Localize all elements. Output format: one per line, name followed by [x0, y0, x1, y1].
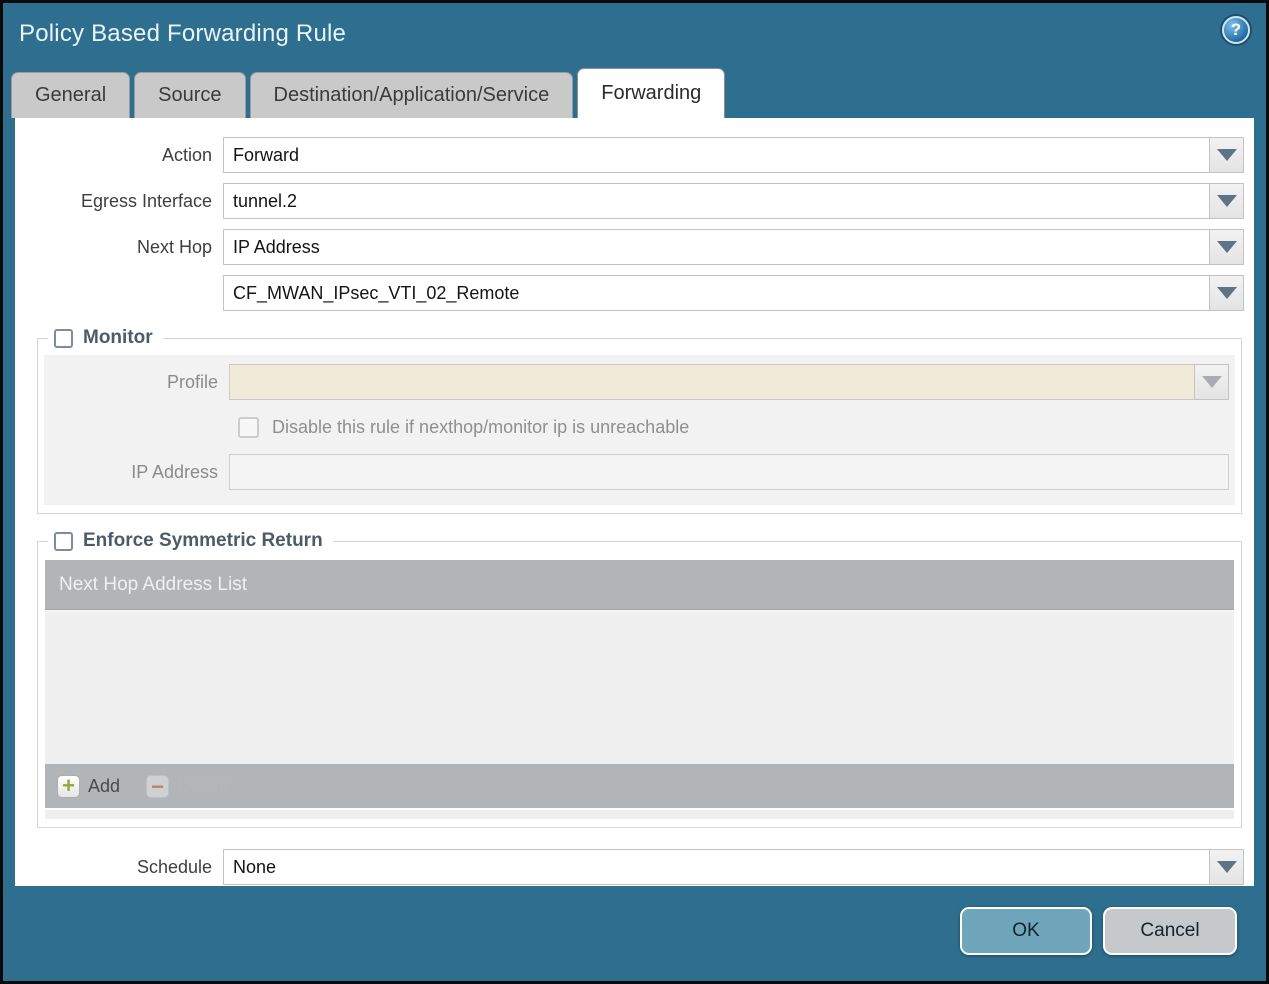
next-hop-type-dropdown[interactable]: IP Address	[223, 229, 1209, 265]
plus-icon-glyph: +	[62, 773, 75, 798]
action-dropdown[interactable]: Forward	[223, 137, 1209, 173]
table-scrollbar-track	[45, 810, 1234, 819]
plus-icon: +	[57, 773, 80, 798]
schedule-row: Schedule None	[15, 849, 1244, 885]
next-hop-address-list-toolbar: + Add − Delete	[45, 764, 1234, 808]
ok-button-label: OK	[1012, 920, 1040, 941]
monitor-ip-row: IP Address	[44, 454, 1229, 490]
symmetric-return-legend-label: Enforce Symmetric Return	[83, 530, 323, 551]
dialog-action-buttons: OK Cancel	[960, 907, 1237, 955]
tab-destination-application-service[interactable]: Destination/Application/Service	[249, 72, 574, 118]
egress-interface-value: tunnel.2	[233, 190, 298, 211]
schedule-label: Schedule	[136, 856, 212, 877]
next-hop-address-dropdown-button[interactable]	[1209, 275, 1244, 311]
monitor-legend: Monitor	[48, 327, 163, 349]
dialog-titlebar: Policy Based Forwarding Rule ?	[3, 3, 1266, 65]
add-button[interactable]: + Add	[57, 773, 121, 798]
next-hop-address-list-header: Next Hop Address List	[45, 560, 1234, 610]
next-hop-type-dropdown-button[interactable]	[1209, 229, 1244, 265]
chevron-down-icon	[1216, 241, 1237, 253]
tab-source-label: Source	[158, 84, 222, 106]
ok-button[interactable]: OK	[960, 907, 1092, 955]
next-hop-type-value: IP Address	[233, 236, 320, 257]
action-label: Action	[161, 144, 212, 165]
action-dropdown-button[interactable]	[1209, 137, 1244, 173]
disable-rule-checkbox	[238, 416, 259, 438]
monitor-section: Monitor Profile Disable this rule if nex…	[37, 327, 1242, 514]
chevron-down-icon	[1201, 376, 1222, 388]
chevron-down-icon	[1216, 195, 1237, 207]
schedule-value: None	[233, 856, 277, 877]
monitor-panel: Profile Disable this rule if nexthop/mon…	[44, 355, 1235, 505]
tab-destination-label: Destination/Application/Service	[273, 84, 550, 106]
schedule-dropdown[interactable]: None	[223, 849, 1209, 885]
pbf-rule-dialog: Policy Based Forwarding Rule ? General S…	[0, 0, 1269, 984]
next-hop-address-table: Next Hop Address List + Add − Delete	[45, 560, 1234, 819]
chevron-down-icon	[1216, 287, 1237, 299]
monitor-legend-label: Monitor	[83, 327, 153, 348]
monitor-checkbox[interactable]	[54, 328, 73, 348]
chevron-down-icon	[1216, 861, 1237, 873]
egress-interface-dropdown-button[interactable]	[1209, 183, 1244, 219]
next-hop-address-dropdown[interactable]: CF_MWAN_IPsec_VTI_02_Remote	[223, 275, 1209, 311]
forwarding-tab-panel: Action Forward Egress Interface tunnel.2	[15, 118, 1254, 886]
profile-dropdown-button	[1194, 364, 1229, 400]
symmetric-return-section: Enforce Symmetric Return Next Hop Addres…	[37, 530, 1242, 828]
cancel-button[interactable]: Cancel	[1103, 907, 1237, 955]
next-hop-address-row: CF_MWAN_IPsec_VTI_02_Remote	[15, 275, 1244, 311]
egress-interface-label: Egress Interface	[80, 190, 212, 211]
next-hop-label: Next Hop	[136, 236, 212, 257]
minus-icon-glyph: −	[151, 773, 164, 799]
monitor-ip-label: IP Address	[131, 461, 218, 482]
egress-interface-dropdown[interactable]: tunnel.2	[223, 183, 1209, 219]
help-icon[interactable]: ?	[1222, 16, 1250, 44]
delete-button-label: Delete	[177, 775, 230, 796]
symmetric-return-checkbox[interactable]	[54, 531, 73, 551]
profile-dropdown	[229, 364, 1194, 400]
action-row: Action Forward	[15, 137, 1244, 173]
tab-forwarding[interactable]: Forwarding	[577, 68, 726, 118]
disable-rule-label: Disable this rule if nexthop/monitor ip …	[272, 416, 690, 437]
monitor-ip-input	[229, 454, 1229, 490]
dialog-title: Policy Based Forwarding Rule	[19, 20, 347, 47]
add-button-label: Add	[88, 775, 121, 796]
profile-label: Profile	[166, 371, 218, 392]
next-hop-address-list-header-label: Next Hop Address List	[59, 573, 247, 595]
profile-row: Profile	[44, 364, 1229, 400]
next-hop-address-value: CF_MWAN_IPsec_VTI_02_Remote	[233, 282, 520, 303]
next-hop-row: Next Hop IP Address	[15, 229, 1244, 265]
minus-icon: −	[146, 773, 170, 799]
next-hop-address-list-body	[45, 610, 1234, 764]
tab-general[interactable]: General	[11, 72, 131, 118]
tab-source[interactable]: Source	[134, 72, 246, 118]
chevron-down-icon	[1216, 149, 1237, 161]
symmetric-return-legend: Enforce Symmetric Return	[48, 530, 333, 552]
tab-bar: General Source Destination/Application/S…	[3, 65, 1266, 118]
egress-interface-row: Egress Interface tunnel.2	[15, 183, 1244, 219]
schedule-dropdown-button[interactable]	[1209, 849, 1244, 885]
action-value: Forward	[233, 144, 300, 165]
help-icon-glyph: ?	[1230, 20, 1242, 39]
tab-general-label: General	[35, 84, 107, 106]
delete-button: − Delete	[146, 773, 230, 799]
cancel-button-label: Cancel	[1140, 920, 1200, 941]
tab-forwarding-label: Forwarding	[601, 82, 702, 104]
disable-rule-row: Disable this rule if nexthop/monitor ip …	[238, 412, 1235, 442]
